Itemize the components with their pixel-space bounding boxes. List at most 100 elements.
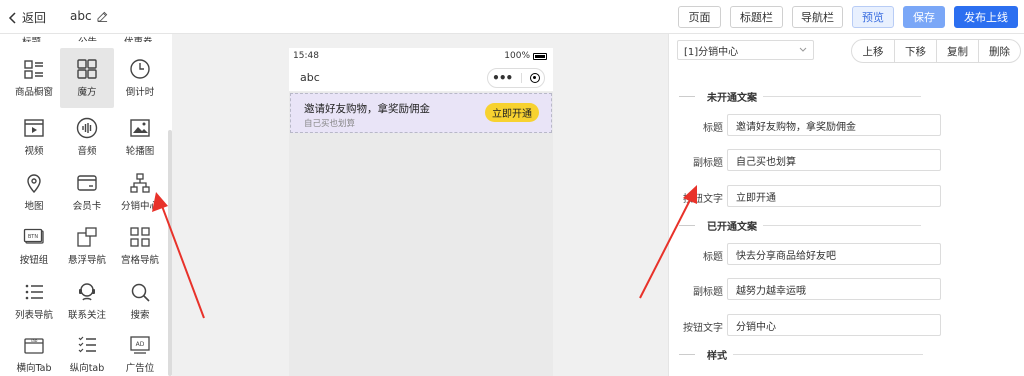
component-label: 横向Tab xyxy=(16,363,52,374)
title-bar-button[interactable]: 标题栏 xyxy=(730,6,783,28)
section-inactive-copy: 未开通文案 xyxy=(679,89,921,104)
component-distribution[interactable]: 分销中心 xyxy=(113,162,167,222)
save-button[interactable]: 保存 xyxy=(903,6,945,28)
component-vertical-tab[interactable]: 纵向tab xyxy=(60,324,114,376)
back-label: 返回 xyxy=(22,11,47,25)
page-settings-button[interactable]: 页面 xyxy=(678,6,721,28)
phone-title: abc xyxy=(300,71,320,84)
component-cube[interactable]: 魔方 xyxy=(60,48,114,108)
svg-text:BTN: BTN xyxy=(28,234,38,240)
delete-button[interactable]: 删除 xyxy=(978,40,1020,62)
component-label: 音频 xyxy=(77,146,97,157)
distribution-icon xyxy=(129,172,151,194)
ad-icon: AD xyxy=(129,334,151,356)
component-grid-nav[interactable]: 宫格导航 xyxy=(113,216,167,276)
publish-button[interactable]: 发布上线 xyxy=(954,6,1018,28)
component-horizontal-tab[interactable]: Tab 横向Tab xyxy=(7,324,61,376)
inactive-title-input[interactable]: 邀请好友购物，拿奖励佣金 xyxy=(727,114,941,136)
active-subtitle-row: 副标题 越努力越幸运哦 xyxy=(669,278,969,300)
section-title: 未开通文案 xyxy=(707,92,757,104)
component-partial-coupon[interactable]: 优惠券 xyxy=(124,34,164,42)
component-label: 视频 xyxy=(24,146,44,157)
component-partial-notice[interactable]: 公告 xyxy=(78,34,108,42)
component-select[interactable]: [1]分销中心 xyxy=(677,40,814,60)
preview-button[interactable]: 预览 xyxy=(852,6,894,28)
inspector-panel: [1]分销中心 上移 下移 复制 删除 未开通文案 标题 邀请好友购物，拿奖励佣… xyxy=(668,34,1024,376)
field-label: 标题 xyxy=(703,123,723,134)
component-label: 会员卡 xyxy=(72,201,102,212)
close-target-icon[interactable] xyxy=(529,72,540,83)
field-label: 标题 xyxy=(703,252,723,263)
move-down-button[interactable]: 下移 xyxy=(894,40,936,62)
component-partial-title[interactable]: 标题 xyxy=(22,34,52,42)
component-label: 魔方 xyxy=(77,87,97,98)
component-label: 轮播图 xyxy=(125,146,155,157)
section-title: 样式 xyxy=(707,350,727,362)
component-showcase[interactable]: 商品橱窗 xyxy=(7,48,61,108)
active-title-input[interactable]: 快去分享商品给好友吧 xyxy=(727,243,941,265)
move-up-button[interactable]: 上移 xyxy=(852,40,894,62)
component-member-card[interactable]: 会员卡 xyxy=(60,162,114,222)
button-group-icon: BTN xyxy=(23,226,45,248)
phone-preview: 15:48 100% abc ••• 邀请好友购物，拿奖励佣金 自己买也划算 立… xyxy=(289,48,553,376)
component-ad-slot[interactable]: AD 广告位 xyxy=(113,324,167,376)
component-float-nav[interactable]: 悬浮导航 xyxy=(60,216,114,276)
active-button-input[interactable]: 分销中心 xyxy=(727,314,941,336)
component-audio[interactable]: 音频 xyxy=(60,107,114,167)
page-name[interactable]: abc xyxy=(70,9,108,23)
distribution-banner[interactable]: 邀请好友购物，拿奖励佣金 自己买也划算 立即开通 xyxy=(290,93,552,133)
inactive-button-input[interactable]: 立即开通 xyxy=(727,185,941,207)
component-carousel[interactable]: 轮播图 xyxy=(113,107,167,167)
section-active-copy: 已开通文案 xyxy=(679,218,921,233)
component-label: 纵向tab xyxy=(69,363,105,374)
inactive-subtitle-input[interactable]: 自己买也划算 xyxy=(727,149,941,171)
more-icon[interactable]: ••• xyxy=(492,72,513,84)
active-subtitle-input[interactable]: 越努力越幸运哦 xyxy=(727,278,941,300)
member-card-icon xyxy=(76,172,98,194)
field-label: 按钮文字 xyxy=(683,323,723,334)
component-label: 广告位 xyxy=(125,363,155,374)
phone-nav-bar: abc ••• xyxy=(289,64,553,92)
preview-canvas: 15:48 100% abc ••• 邀请好友购物，拿奖励佣金 自己买也划算 立… xyxy=(172,34,668,376)
banner-subtitle: 自己买也划算 xyxy=(304,119,356,129)
component-label: 列表导航 xyxy=(14,310,53,321)
component-map[interactable]: 地图 xyxy=(7,162,61,222)
active-title-row: 标题 快去分享商品给好友吧 xyxy=(669,243,969,265)
component-button-group[interactable]: BTN 按钮组 xyxy=(7,216,61,276)
status-time: 15:48 xyxy=(293,51,319,61)
component-panel: 标题 公告 优惠券 商品橱窗 魔方 倒计时 视频 音频 轮播图 地图 会员卡 分… xyxy=(0,34,172,376)
miniprogram-capsule[interactable]: ••• xyxy=(487,67,545,88)
component-countdown[interactable]: 倒计时 xyxy=(113,48,167,108)
component-list-nav[interactable]: 列表导航 xyxy=(7,271,61,331)
video-icon xyxy=(23,117,45,139)
field-label: 按钮文字 xyxy=(683,194,723,205)
component-label: 联系关注 xyxy=(67,310,106,321)
field-label: 副标题 xyxy=(693,287,723,298)
inactive-subtitle-row: 副标题 自己买也划算 xyxy=(669,149,969,171)
nav-bar-button[interactable]: 导航栏 xyxy=(792,6,843,28)
component-label: 商品橱窗 xyxy=(14,87,53,98)
chevron-left-icon xyxy=(8,11,16,24)
component-actions: 上移 下移 复制 删除 xyxy=(851,39,1021,63)
component-label: 分销中心 xyxy=(120,201,159,212)
list-nav-icon xyxy=(23,281,45,303)
map-pin-icon xyxy=(23,172,45,194)
active-button-row: 按钮文字 分销中心 xyxy=(669,314,969,336)
component-label: 倒计时 xyxy=(125,87,155,98)
copy-button[interactable]: 复制 xyxy=(936,40,978,62)
clock-icon xyxy=(129,58,151,80)
banner-title: 邀请好友购物，拿奖励佣金 xyxy=(304,103,430,115)
component-video[interactable]: 视频 xyxy=(7,107,61,167)
phone-status-bar: 15:48 100% xyxy=(289,48,553,64)
edit-icon[interactable] xyxy=(97,11,108,22)
inactive-button-row: 按钮文字 立即开通 xyxy=(669,185,969,207)
grid-nav-icon xyxy=(129,226,151,248)
banner-open-button[interactable]: 立即开通 xyxy=(485,103,539,122)
chevron-down-icon xyxy=(799,47,807,52)
component-search[interactable]: 搜索 xyxy=(113,271,167,331)
back-button[interactable]: 返回 xyxy=(8,9,46,26)
component-contact[interactable]: 联系关注 xyxy=(60,271,114,331)
battery-icon xyxy=(533,52,547,60)
component-label: 地图 xyxy=(24,201,44,212)
vertical-tab-icon xyxy=(76,334,98,356)
